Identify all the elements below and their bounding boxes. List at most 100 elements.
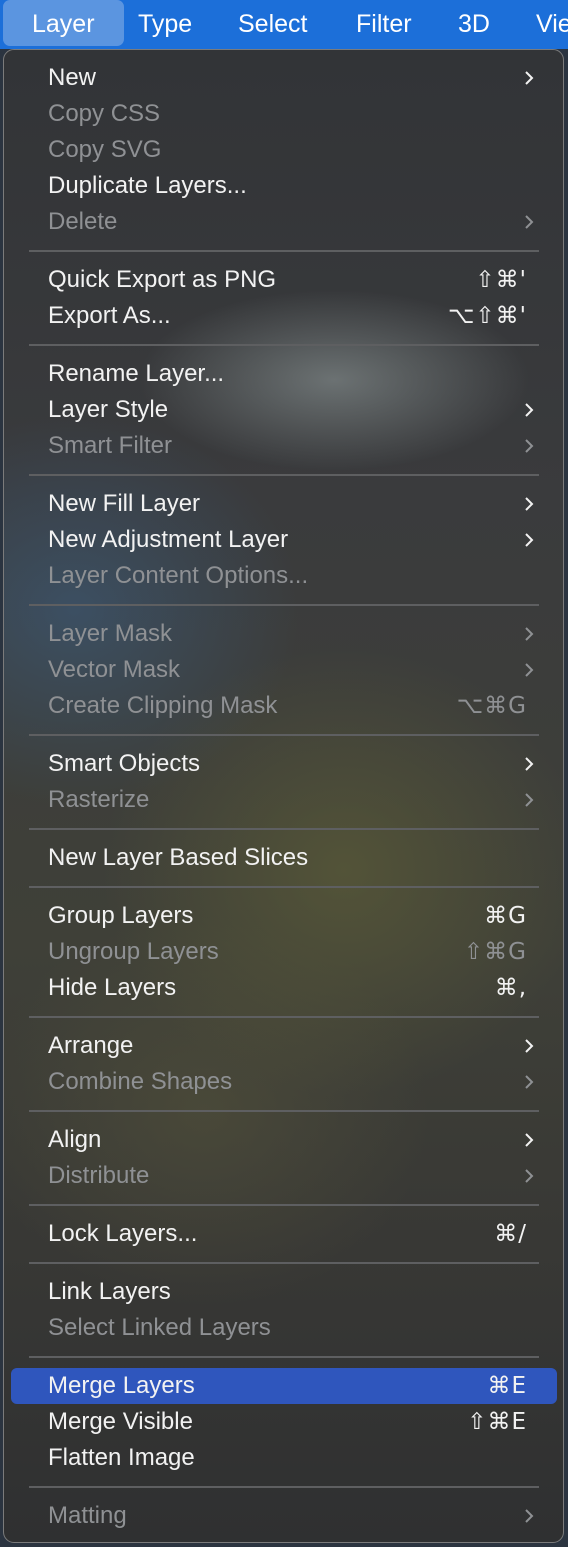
menu-item-label: Merge Layers bbox=[48, 1372, 195, 1399]
menu-item-label: New Adjustment Layer bbox=[48, 526, 289, 553]
menu-item-label: Quick Export as PNG bbox=[48, 266, 277, 293]
menu-item-align[interactable]: Align bbox=[4, 1122, 563, 1158]
menubar-item-layer[interactable]: Layer bbox=[3, 0, 124, 46]
menu-item-combine-shapes: Combine Shapes bbox=[4, 1064, 563, 1100]
chevron-right-icon bbox=[525, 1509, 534, 1523]
menu-item-lock-layers[interactable]: Lock Layers... ⌘/ bbox=[4, 1216, 563, 1252]
menu-item-label: New Fill Layer bbox=[48, 490, 201, 517]
menu-item-label: Layer Content Options... bbox=[48, 562, 309, 589]
chevron-right-icon bbox=[525, 757, 534, 771]
menu-item-new-layer-based-slices[interactable]: New Layer Based Slices bbox=[4, 840, 563, 876]
menu-item-merge-visible[interactable]: Merge Visible ⇧⌘E bbox=[4, 1404, 563, 1440]
chevron-right-icon bbox=[525, 627, 534, 641]
menu-item-label: Combine Shapes bbox=[48, 1068, 233, 1095]
menu-item-duplicate-layers[interactable]: Duplicate Layers... bbox=[4, 168, 563, 204]
chevron-right-icon bbox=[525, 1075, 534, 1089]
menu-item-label: Export As... bbox=[48, 302, 171, 329]
keyboard-shortcut: ⌘E bbox=[487, 1373, 527, 1399]
menu-separator bbox=[29, 886, 539, 888]
menu-separator bbox=[29, 1486, 539, 1488]
menu-item-label: Matting bbox=[48, 1502, 127, 1529]
chevron-right-icon bbox=[525, 663, 534, 677]
menu-item-new-adjustment-layer[interactable]: New Adjustment Layer bbox=[4, 522, 563, 558]
menu-item-link-layers[interactable]: Link Layers bbox=[4, 1274, 563, 1310]
chevron-right-icon bbox=[525, 215, 534, 229]
menu-separator bbox=[29, 250, 539, 252]
menu-item-delete: Delete bbox=[4, 204, 563, 240]
menu-item-label: Layer Mask bbox=[48, 620, 173, 647]
menu-item-label: Copy SVG bbox=[48, 136, 162, 163]
menubar-item-filter[interactable]: Filter bbox=[356, 0, 412, 46]
keyboard-shortcut: ⌥⇧⌘' bbox=[447, 303, 527, 329]
menu-item-label: Select Linked Layers bbox=[48, 1314, 271, 1341]
keyboard-shortcut: ⌘G bbox=[484, 903, 527, 929]
menu-item-label: Merge Visible bbox=[48, 1408, 193, 1435]
menu-separator bbox=[29, 474, 539, 476]
menu-item-merge-layers[interactable]: Merge Layers ⌘E bbox=[4, 1368, 563, 1404]
menu-item-layer-content-options: Layer Content Options... bbox=[4, 558, 563, 594]
keyboard-shortcut: ⇧⌘E bbox=[467, 1409, 527, 1435]
menu-item-label: Create Clipping Mask bbox=[48, 692, 278, 719]
chevron-right-icon bbox=[525, 403, 534, 417]
menu-item-layer-style[interactable]: Layer Style bbox=[4, 392, 563, 428]
menu-item-label: New Layer Based Slices bbox=[48, 844, 309, 871]
keyboard-shortcut: ⇧⌘' bbox=[475, 267, 527, 293]
menu-item-label: Rasterize bbox=[48, 786, 150, 813]
menu-item-label: Hide Layers bbox=[48, 974, 177, 1001]
chevron-right-icon bbox=[525, 533, 534, 547]
menu-item-smart-objects[interactable]: Smart Objects bbox=[4, 746, 563, 782]
menu-item-flatten-image[interactable]: Flatten Image bbox=[4, 1440, 563, 1476]
menubar-item-vie[interactable]: Vie bbox=[536, 0, 568, 46]
menu-separator bbox=[29, 1204, 539, 1206]
menu-item-label: Delete bbox=[48, 208, 118, 235]
menu-separator bbox=[29, 604, 539, 606]
menu-item-label: Ungroup Layers bbox=[48, 938, 219, 965]
menu-item-layer-mask: Layer Mask bbox=[4, 616, 563, 652]
menu-item-create-clipping-mask: Create Clipping Mask ⌥⌘G bbox=[4, 688, 563, 724]
menu-item-copy-svg: Copy SVG bbox=[4, 132, 563, 168]
menu-item-label: Copy CSS bbox=[48, 100, 161, 127]
menubar-item-type[interactable]: Type bbox=[138, 0, 192, 46]
menu-item-new-fill-layer[interactable]: New Fill Layer bbox=[4, 486, 563, 522]
menubar-item-select[interactable]: Select bbox=[238, 0, 307, 46]
menu-separator bbox=[29, 1262, 539, 1264]
menu-item-select-linked-layers: Select Linked Layers bbox=[4, 1310, 563, 1346]
chevron-right-icon bbox=[525, 1039, 534, 1053]
menu-bar: Layer Type Select Filter 3D Vie bbox=[0, 0, 568, 49]
menu-item-label: Group Layers bbox=[48, 902, 194, 929]
menu-item-label: Align bbox=[48, 1126, 102, 1153]
menu-item-smart-filter: Smart Filter bbox=[4, 428, 563, 464]
chevron-right-icon bbox=[525, 1169, 534, 1183]
chevron-right-icon bbox=[525, 497, 534, 511]
menu-item-label: Smart Objects bbox=[48, 750, 201, 777]
menu-separator bbox=[29, 828, 539, 830]
menu-item-arrange[interactable]: Arrange bbox=[4, 1028, 563, 1064]
menu-separator bbox=[29, 734, 539, 736]
menu-item-label: Smart Filter bbox=[48, 432, 173, 459]
keyboard-shortcut: ⌥⌘G bbox=[456, 693, 527, 719]
keyboard-shortcut: ⌘, bbox=[494, 975, 527, 1001]
menubar-item-3d[interactable]: 3D bbox=[458, 0, 490, 46]
menu-item-label: Arrange bbox=[48, 1032, 134, 1059]
menu-separator bbox=[29, 1356, 539, 1358]
menu-item-export-as[interactable]: Export As... ⌥⇧⌘' bbox=[4, 298, 563, 334]
menu-item-distribute: Distribute bbox=[4, 1158, 563, 1194]
menu-item-label: Rename Layer... bbox=[48, 360, 225, 387]
menu-separator bbox=[29, 1016, 539, 1018]
menu-item-new[interactable]: New bbox=[4, 60, 563, 96]
menu-item-label: Layer Style bbox=[48, 396, 169, 423]
menu-item-vector-mask: Vector Mask bbox=[4, 652, 563, 688]
menu-item-hide-layers[interactable]: Hide Layers ⌘, bbox=[4, 970, 563, 1006]
keyboard-shortcut: ⇧⌘G bbox=[463, 939, 527, 965]
chevron-right-icon bbox=[525, 439, 534, 453]
keyboard-shortcut: ⌘/ bbox=[494, 1221, 527, 1247]
chevron-right-icon bbox=[525, 1133, 534, 1147]
menu-item-quick-export-as-png[interactable]: Quick Export as PNG ⇧⌘' bbox=[4, 262, 563, 298]
menu-item-rename-layer[interactable]: Rename Layer... bbox=[4, 356, 563, 392]
menu-item-label: Distribute bbox=[48, 1162, 150, 1189]
chevron-right-icon bbox=[525, 71, 534, 85]
menu-item-label: Link Layers bbox=[48, 1278, 171, 1305]
menu-item-label: New bbox=[48, 64, 97, 91]
menu-item-group-layers[interactable]: Group Layers ⌘G bbox=[4, 898, 563, 934]
menu-separator bbox=[29, 344, 539, 346]
